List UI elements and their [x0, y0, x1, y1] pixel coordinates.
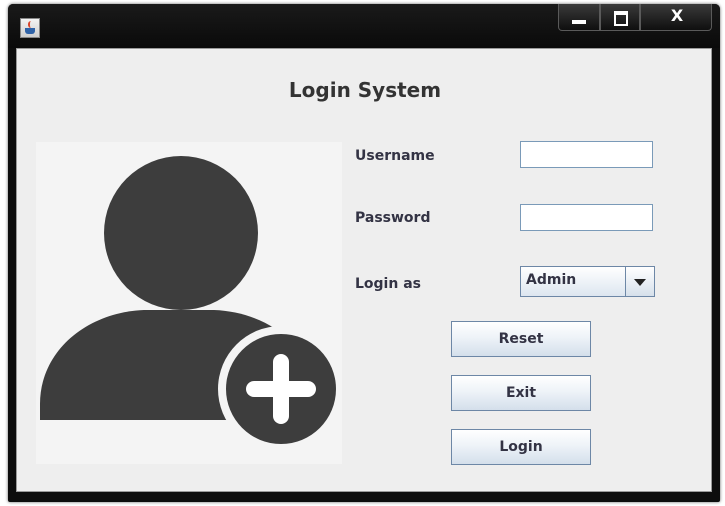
- username-field[interactable]: [520, 141, 653, 168]
- password-field[interactable]: [520, 204, 653, 231]
- login-as-label: Login as: [355, 276, 421, 292]
- login-as-select[interactable]: Admin: [520, 266, 655, 297]
- java-icon[interactable]: [20, 18, 40, 38]
- login-button[interactable]: Login: [451, 429, 591, 465]
- window-controls: X: [558, 4, 712, 31]
- minimize-icon: [572, 20, 586, 24]
- minimize-button[interactable]: [558, 4, 600, 31]
- username-label: Username: [355, 148, 435, 164]
- close-button[interactable]: X: [640, 4, 712, 31]
- maximize-button[interactable]: [600, 4, 640, 31]
- password-label: Password: [355, 210, 431, 226]
- exit-button[interactable]: Exit: [451, 375, 591, 411]
- title-bar[interactable]: X: [8, 4, 720, 48]
- add-user-icon: [40, 156, 344, 452]
- close-icon: X: [670, 6, 684, 25]
- maximize-icon: [614, 11, 628, 26]
- chevron-down-icon[interactable]: [625, 267, 654, 296]
- page-title: Login System: [288, 78, 442, 102]
- login-as-selected-value: Admin: [526, 272, 577, 288]
- app-window: X Login System Username Password Login a…: [8, 4, 720, 502]
- reset-button[interactable]: Reset: [451, 321, 591, 357]
- content-panel: Login System Username Password Login as …: [16, 48, 712, 492]
- avatar-panel: [36, 142, 344, 464]
